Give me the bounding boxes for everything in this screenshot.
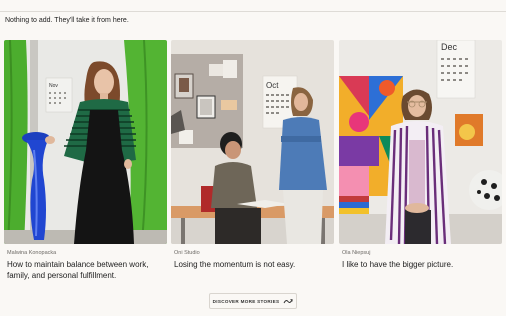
story-photo[interactable]: Dec (339, 40, 502, 244)
calendar-month-text: Oct (266, 81, 279, 90)
discover-more-button[interactable]: DISCOVER MORE STORIES (209, 293, 297, 309)
story-card[interactable]: Dec Ola Niepsuj I like to have the bigge… (339, 40, 502, 269)
intro-text: Nothing to add. They'll take it from her… (5, 17, 129, 24)
story-photo[interactable]: Oct (171, 40, 334, 244)
story-cards: Nov Malwina Konopacka How to maintain ba… (4, 40, 502, 285)
story-title[interactable]: I like to have the bigger picture. (342, 260, 502, 271)
story-card[interactable]: Oct Oni Studio Losing the momentum is no… (171, 40, 334, 269)
story-photo[interactable]: Nov (4, 40, 167, 244)
story-title[interactable]: Losing the momentum is not easy. (174, 260, 334, 271)
calendar-month-text: Dec (441, 42, 458, 52)
story-title[interactable]: How to maintain balance between work, fa… (7, 260, 167, 281)
discover-more-label: DISCOVER MORE STORIES (212, 298, 280, 304)
story-card[interactable]: Nov Malwina Konopacka How to maintain ba… (4, 40, 167, 280)
story-author: Ola Niepsuj (342, 250, 371, 256)
story-author: Oni Studio (174, 250, 200, 256)
top-divider (0, 11, 506, 12)
calendar-month-text: Nov (49, 83, 58, 89)
loop-arrow-icon (283, 298, 294, 305)
story-author: Malwina Konopacka (7, 250, 57, 256)
